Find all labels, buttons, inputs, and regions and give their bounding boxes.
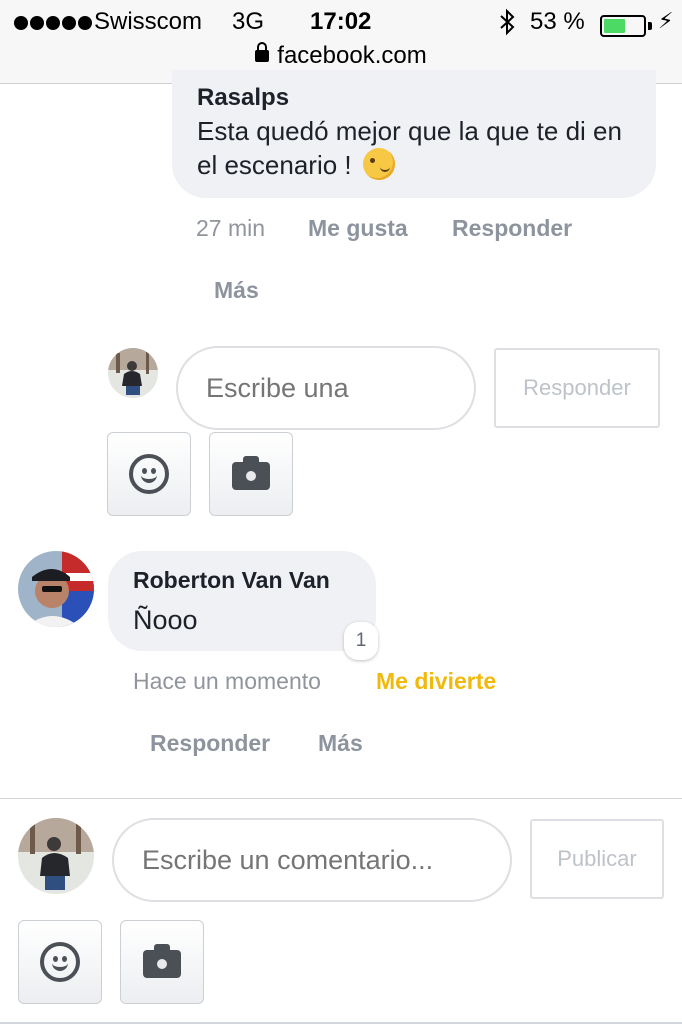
comment-input[interactable] xyxy=(112,818,512,902)
comment-timestamp[interactable]: Hace un momento xyxy=(133,668,321,695)
comment-bubble: Roberton Van Van Ñooo xyxy=(108,551,376,651)
more-link[interactable]: Más xyxy=(214,277,259,304)
battery-fill xyxy=(604,19,625,33)
photo-button[interactable] xyxy=(120,920,204,1004)
reply-input[interactable] xyxy=(176,346,476,430)
status-row: Swisscom 3G 17:02 53 % ⚡ xyxy=(0,6,682,40)
avatar xyxy=(18,818,94,894)
smiley-icon xyxy=(129,454,169,494)
comment-author[interactable]: Roberton Van Van xyxy=(133,567,330,594)
divider xyxy=(0,798,682,799)
bluetooth-icon xyxy=(498,8,518,43)
network-type: 3G xyxy=(232,8,265,35)
url-text: facebook.com xyxy=(277,42,427,69)
like-link[interactable]: Me gusta xyxy=(308,215,408,242)
more-link[interactable]: Más xyxy=(318,730,363,757)
photo-button[interactable] xyxy=(209,432,293,516)
comment-author[interactable]: Rasalps xyxy=(197,84,289,112)
comment-bubble: Rasalps Esta quedó mejor que la que te d… xyxy=(172,70,656,198)
wink-emoji-icon xyxy=(362,148,395,180)
reply-link[interactable]: Responder xyxy=(150,730,270,757)
camera-icon xyxy=(143,944,181,978)
lock-icon xyxy=(255,42,270,62)
reply-submit-button[interactable]: Responder xyxy=(494,348,660,428)
author-avatar[interactable] xyxy=(18,551,94,627)
reply-link[interactable]: Responder xyxy=(452,215,572,242)
comment-text-content: Esta quedó mejor que la que te di en el … xyxy=(197,116,622,180)
emoji-button[interactable] xyxy=(18,920,102,1004)
comment-timestamp[interactable]: 27 min xyxy=(196,215,265,242)
battery-tip xyxy=(648,22,652,30)
smiley-icon xyxy=(40,942,80,982)
reaction-link[interactable]: Me divierte xyxy=(376,668,496,695)
carrier-name: Swisscom xyxy=(94,8,203,35)
emoji-button[interactable] xyxy=(107,432,191,516)
address-bar[interactable]: facebook.com xyxy=(0,42,682,70)
comment-text: Esta quedó mejor que la que te di en el … xyxy=(197,114,637,182)
avatar xyxy=(108,348,158,398)
comment-text: Ñooo xyxy=(133,605,198,635)
camera-icon xyxy=(232,456,270,490)
publish-button[interactable]: Publicar xyxy=(530,819,664,899)
signal-icon xyxy=(14,16,92,30)
battery-percent: 53 % xyxy=(530,8,585,35)
clock: 17:02 xyxy=(310,8,372,35)
reaction-count-badge[interactable]: 1 xyxy=(344,622,378,660)
charging-icon: ⚡ xyxy=(658,8,674,33)
battery-icon xyxy=(600,15,646,37)
